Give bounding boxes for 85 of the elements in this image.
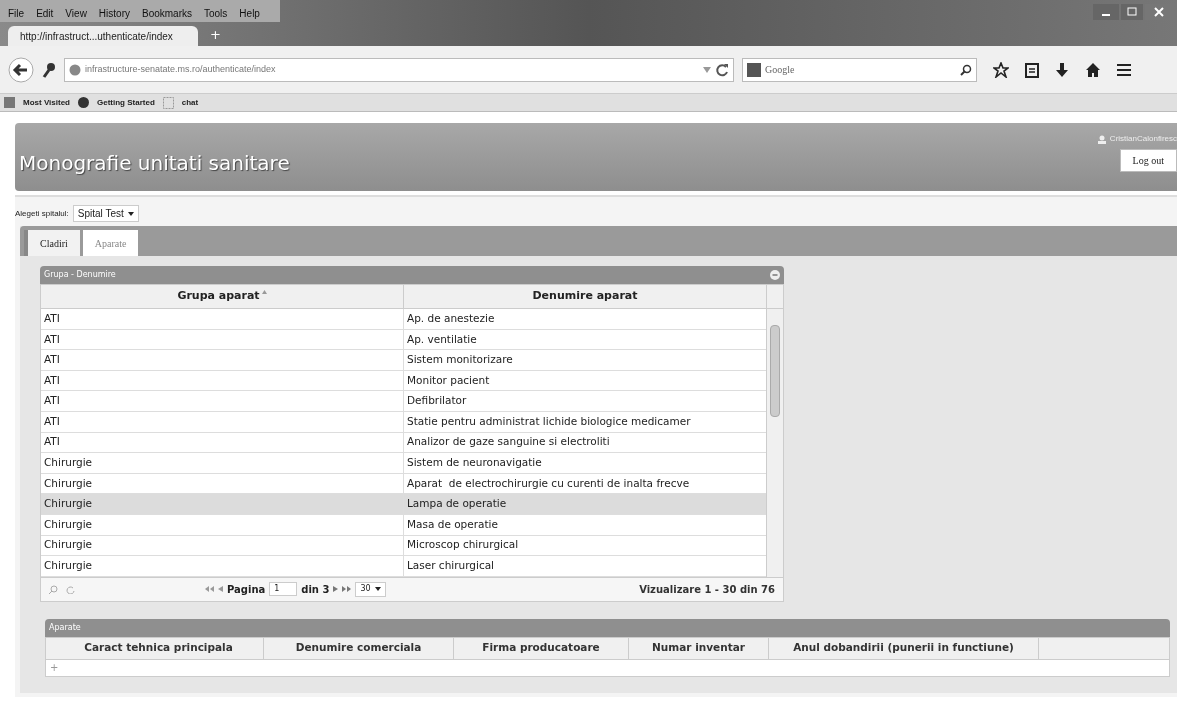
star-icon[interactable]: [993, 61, 1009, 78]
column-header[interactable]: Caract tehnica principala: [54, 637, 264, 659]
table-cell: ATI: [41, 370, 404, 391]
page-input[interactable]: 1: [269, 582, 298, 597]
records-summary: Vizualizare 1 - 30 din 76: [639, 582, 775, 597]
user-icon: [1097, 134, 1106, 144]
menu-item[interactable]: Help: [239, 5, 260, 21]
hospital-select[interactable]: Spital Test: [72, 205, 139, 222]
column-header[interactable]: Denumire aparat: [404, 285, 767, 308]
column-header[interactable]: Denumire comerciala: [264, 637, 454, 659]
grid-row[interactable]: ATI Defibrilator: [41, 391, 766, 412]
grid-caption-text: Grupa - Denumire: [44, 269, 116, 281]
menu-item[interactable]: Edit: [36, 5, 54, 21]
page-icon: [162, 96, 174, 109]
table-cell: Chirurgie: [41, 494, 404, 514]
column-header[interactable]: Numar inventar: [629, 637, 769, 659]
grid-row[interactable]: ATI Sistem monitorizare: [41, 350, 766, 371]
browser-tab[interactable]: http://infrastruct...uthenticate/index: [8, 26, 198, 46]
table-cell: ATI: [41, 391, 404, 411]
table-cell: Chirurgie: [41, 453, 404, 473]
sort-icon: [261, 290, 267, 294]
table-cell: Chirurgie: [41, 535, 404, 556]
page-size-select[interactable]: 30: [355, 581, 386, 597]
page-label: Pagina: [227, 582, 266, 597]
tab[interactable]: Cladiri: [24, 230, 80, 256]
table-cell: Chirurgie: [41, 473, 404, 494]
search-placeholder: Google: [765, 63, 796, 77]
menu-item[interactable]: Tools: [204, 5, 228, 21]
bookmark-link[interactable]: Most Visited: [23, 96, 70, 109]
address-bar[interactable]: infrastructure-senatate.ms.ro/authenticate/index: [64, 57, 734, 82]
page-count: din 3: [301, 582, 330, 597]
bookmark-link[interactable]: Getting Started: [97, 96, 155, 109]
grid-row[interactable]: Chirurgie Masa de operatie: [41, 514, 766, 536]
table-cell: ATI: [41, 432, 404, 453]
clipboard-icon[interactable]: [1025, 61, 1039, 78]
table-cell: ATI: [41, 329, 404, 350]
download-icon[interactable]: [1055, 61, 1069, 78]
hospital-label: Alegeti spitalul:: [15, 207, 69, 220]
menu-item[interactable]: View: [65, 5, 87, 21]
search-icon[interactable]: [960, 63, 972, 76]
grid-row[interactable]: ATI Ap. de anestezie: [41, 309, 766, 330]
scrollbar[interactable]: [766, 309, 783, 577]
grid-row[interactable]: ATI Analizor de gaze sanguine si electroliti: [41, 432, 766, 454]
column-header[interactable]: Anul dobandirii (punerii in functiune): [769, 637, 1039, 659]
menu-item[interactable]: History: [98, 5, 130, 21]
grid-row[interactable]: Chirurgie Microscop chirurgical: [41, 535, 766, 557]
grid-row[interactable]: Chirurgie Sistem de neuronavigatie: [41, 453, 766, 474]
caret-icon: [374, 587, 381, 592]
table-cell: ATI: [41, 350, 404, 370]
previous-page-icon[interactable]: [218, 586, 223, 593]
back-icon[interactable]: [8, 56, 34, 83]
grid-row[interactable]: ATI Monitor pacient: [41, 370, 766, 392]
bookmark-link[interactable]: chat: [181, 96, 199, 109]
menu-item[interactable]: Bookmarks: [142, 5, 192, 21]
caret-icon: [127, 211, 134, 216]
first-page-icon[interactable]: [205, 586, 214, 593]
grid-row[interactable]: Chirurgie Laser chirurgical: [41, 556, 766, 577]
table-cell: Chirurgie: [41, 556, 404, 576]
home-icon[interactable]: [1085, 61, 1101, 78]
tab[interactable]: Aparate: [82, 230, 139, 256]
grid-row[interactable]: ATI Ap. ventilatie: [41, 329, 766, 351]
hospital-value: Spital Test: [77, 207, 124, 221]
reload-icon[interactable]: [715, 62, 729, 77]
table-cell: Chirurgie: [41, 514, 404, 535]
next-page-icon[interactable]: [333, 586, 339, 593]
new-tab-button[interactable]: +: [198, 24, 233, 46]
collapse-icon[interactable]: [770, 270, 780, 280]
search-field[interactable]: Google: [742, 57, 977, 82]
column-header[interactable]: Grupa aparat: [41, 285, 404, 308]
url-text: infrastructure-senatate.ms.ro/authenticate/index: [85, 62, 277, 76]
app-title: Monografie unitati sanitare: [19, 150, 290, 177]
minimize-icon[interactable]: [1093, 4, 1119, 20]
column-header[interactable]: Firma producatoare: [454, 637, 629, 659]
logout-button[interactable]: Log out: [1119, 149, 1177, 172]
table-cell: ATI: [41, 309, 404, 329]
table-cell: ATI: [41, 411, 404, 432]
last-page-icon[interactable]: [342, 586, 352, 593]
grid-caption-text: Aparate: [49, 621, 81, 634]
grid-row[interactable]: Chirurgie Aparat de electrochirurgie cu curenti de inalta frecve: [41, 473, 766, 495]
menu-icon[interactable]: [1117, 62, 1131, 77]
grid-row[interactable]: ATI Statie pentru administrat lichide biologice medicamer: [41, 411, 766, 433]
dropdown-icon[interactable]: [703, 65, 711, 74]
menu-item[interactable]: File: [8, 5, 25, 21]
grid-row[interactable]: Chirurgie Lampa de operatie: [41, 494, 766, 515]
maximize-icon[interactable]: [1121, 4, 1143, 20]
